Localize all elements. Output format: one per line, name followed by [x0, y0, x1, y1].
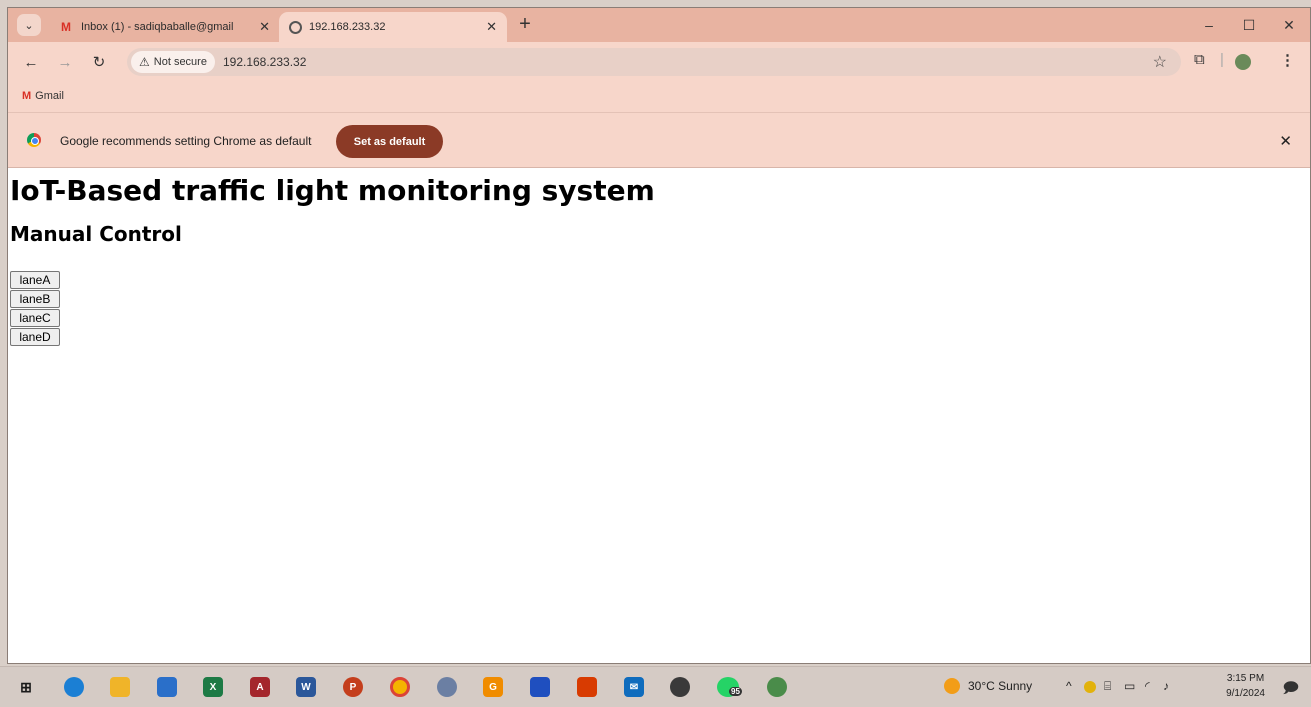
mail-icon[interactable]: ✉ [624, 677, 644, 697]
default-browser-infobar: Google recommends setting Chrome as defa… [8, 112, 1310, 168]
network-icon[interactable]: ⌸ [1104, 679, 1111, 694]
whatsapp-icon[interactable] [670, 677, 690, 697]
lane-b-button[interactable]: laneB [10, 290, 60, 308]
maximize-icon[interactable]: ☐ [1234, 14, 1264, 36]
new-tab-plus-icon[interactable]: + [514, 14, 536, 36]
app-icon[interactable]: G [483, 677, 503, 697]
forward-arrow-icon[interactable]: → [54, 51, 76, 73]
security-label: Not secure [153, 56, 207, 68]
extensions-puzzle-icon[interactable]: ⧉ [1194, 51, 1205, 68]
taskbar: ⊞ X A W P G ✉ 95 30°C Sunny ^ ⌸ ▭ ◜ ♪ 3:… [0, 666, 1311, 707]
tab-gmail-inbox[interactable]: M Inbox (1) - sadiqbaballe@gmail ✕ [48, 12, 280, 42]
window-close-icon[interactable]: ✕ [1274, 14, 1304, 36]
browser-window: ⌄ M Inbox (1) - sadiqbaballe@gmail ✕ 192… [7, 7, 1311, 664]
bookmark-star-icon[interactable]: ☆ [1153, 52, 1167, 72]
minimize-icon[interactable]: – [1194, 14, 1224, 36]
gmail-icon: M [22, 90, 32, 102]
chevron-up-icon[interactable]: ^ [1066, 679, 1072, 693]
close-tab-icon[interactable]: ✕ [259, 19, 270, 35]
lane-d-button[interactable]: laneD [10, 328, 60, 346]
toolbar-divider: | [1220, 51, 1224, 68]
tab-strip: ⌄ M Inbox (1) - sadiqbaballe@gmail ✕ 192… [8, 8, 1310, 42]
whatsapp-business-icon[interactable]: 95 [717, 677, 742, 697]
tray-app-icon[interactable] [1084, 681, 1096, 693]
warning-triangle-icon: ⚠ [139, 55, 150, 69]
infobar-message: Google recommends setting Chrome as defa… [60, 134, 312, 148]
bookmark-label: Gmail [35, 90, 64, 102]
powerpoint-icon[interactable]: P [343, 677, 363, 697]
clock-date: 9/1/2024 [1226, 688, 1265, 699]
tab-search-chevron-icon[interactable]: ⌄ [17, 14, 41, 36]
site-info-chip[interactable]: ⚠ Not secure [131, 51, 215, 73]
page-title: IoT-Based traffic light monitoring syste… [10, 174, 655, 207]
address-bar[interactable]: ⚠ Not secure 192.168.233.32 ☆ [127, 48, 1181, 76]
tab-title: 192.168.233.32 [309, 21, 386, 33]
windows-start-icon[interactable]: ⊞ [16, 677, 36, 697]
word-icon[interactable]: W [296, 677, 316, 697]
chrome-profile-icon[interactable] [767, 677, 787, 697]
chrome-menu-icon[interactable]: ⋮ [1280, 51, 1295, 69]
tab-active-page[interactable]: 192.168.233.32 ✕ [279, 12, 507, 42]
taskbar-clock[interactable]: 3:15 PM 9/1/2024 [1226, 671, 1265, 701]
page-content: IoT-Based traffic light monitoring syste… [8, 168, 1310, 663]
chrome-logo-icon [27, 133, 41, 147]
weather-text[interactable]: 30°C Sunny [968, 679, 1032, 693]
close-tab-icon[interactable]: ✕ [486, 19, 497, 35]
back-arrow-icon[interactable]: ← [20, 51, 42, 73]
bookmarks-bar: M Gmail [8, 82, 1310, 112]
tab-title: Inbox (1) - sadiqbaballe@gmail [81, 21, 234, 33]
profile-avatar[interactable] [1235, 54, 1251, 70]
clock-time: 3:15 PM [1226, 673, 1265, 684]
office-icon[interactable] [577, 677, 597, 697]
battery-icon[interactable]: ▭ [1124, 679, 1135, 693]
browser-toolbar: ← → ↻ ⚠ Not secure 192.168.233.32 ☆ ⧉ | … [8, 42, 1310, 82]
gmail-icon: M [61, 20, 71, 34]
reload-icon[interactable]: ↻ [88, 51, 110, 73]
paint-icon[interactable] [437, 677, 457, 697]
notifications-icon[interactable]: 🗩 [1282, 678, 1299, 703]
weather-sun-icon[interactable] [944, 678, 960, 694]
chrome-icon[interactable] [390, 677, 410, 697]
file-explorer-icon[interactable] [110, 677, 130, 697]
notification-count-badge: 95 [729, 687, 742, 696]
section-heading: Manual Control [10, 222, 182, 246]
lane-a-button[interactable]: laneA [10, 271, 60, 289]
wifi-icon[interactable]: ◜ [1145, 679, 1150, 693]
excel-icon[interactable]: X [203, 677, 223, 697]
bookmark-gmail[interactable]: M Gmail [22, 90, 64, 102]
volume-icon[interactable]: ♪ [1163, 679, 1169, 693]
store-icon[interactable] [157, 677, 177, 697]
edge-icon[interactable] [64, 677, 84, 697]
set-as-default-button[interactable]: Set as default [336, 125, 443, 158]
url-text[interactable]: 192.168.233.32 [223, 55, 306, 69]
access-icon[interactable]: A [250, 677, 270, 697]
globe-icon [289, 20, 302, 34]
infobar-close-icon[interactable]: ✕ [1279, 132, 1292, 150]
lane-c-button[interactable]: laneC [10, 309, 60, 327]
calculator-icon[interactable] [530, 677, 550, 697]
